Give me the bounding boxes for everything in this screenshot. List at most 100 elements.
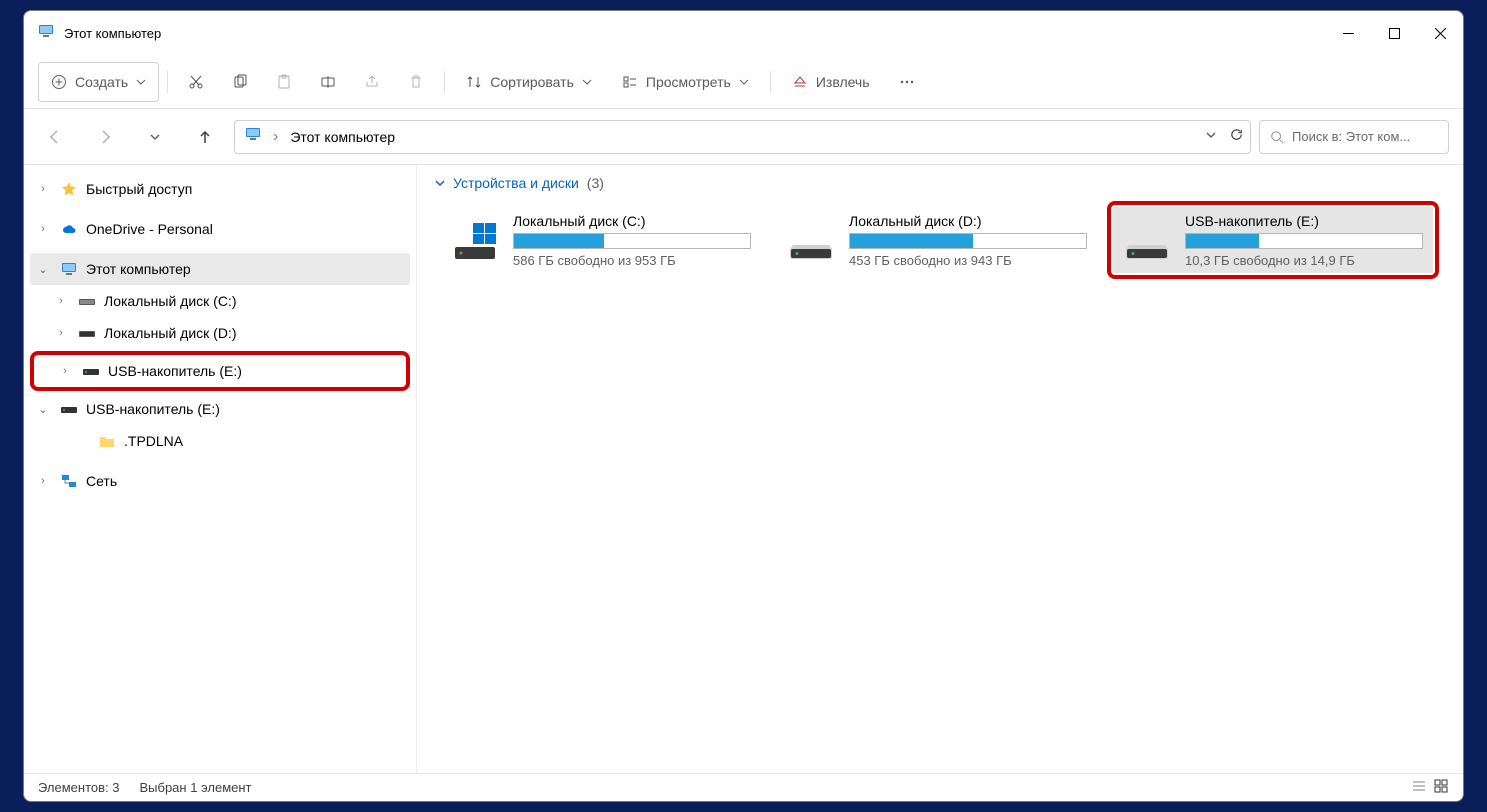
sort-button-label: Сортировать — [490, 74, 574, 90]
status-selected-count: Выбран 1 элемент — [139, 780, 251, 795]
drive-name: Локальный диск (D:) — [849, 213, 1087, 229]
address-bar[interactable]: › Этот компьютер — [234, 120, 1251, 154]
search-input[interactable]: Поиск в: Этот ком... — [1259, 120, 1449, 154]
expand-icon[interactable]: › — [34, 475, 52, 487]
drive-card[interactable]: USB-накопитель (E:) 10,3 ГБ свободно из 1… — [1113, 207, 1433, 273]
drives-grid: Локальный диск (C:)586 ГБ свободно из 95… — [435, 201, 1445, 279]
view-switcher — [1411, 778, 1449, 797]
scissors-icon — [188, 74, 204, 90]
sidebar-this-pc[interactable]: ⌄ Этот компьютер — [30, 253, 410, 285]
drive-wrap: Локальный диск (D:)453 ГБ свободно из 94… — [771, 201, 1103, 279]
drive-card[interactable]: Локальный диск (C:)586 ГБ свободно из 95… — [441, 207, 761, 273]
delete-button[interactable] — [396, 62, 436, 102]
nav-back-button[interactable] — [34, 116, 76, 158]
chevron-down-icon — [435, 178, 445, 188]
search-icon — [1270, 130, 1284, 144]
search-placeholder: Поиск в: Этот ком... — [1292, 129, 1410, 144]
sidebar-local-c[interactable]: › Локальный диск (C:) — [30, 285, 410, 317]
expand-icon[interactable]: › — [52, 295, 70, 307]
collapse-icon[interactable]: ⌄ — [34, 403, 52, 416]
usb-drive-icon — [60, 403, 78, 415]
new-button[interactable]: Создать — [38, 62, 159, 102]
group-header[interactable]: Устройства и диски (3) — [435, 175, 1445, 191]
this-pc-icon — [38, 23, 54, 44]
drive-icon — [787, 213, 835, 261]
chevron-down-icon — [136, 77, 146, 87]
details-view-button[interactable] — [1411, 778, 1427, 797]
close-button[interactable] — [1417, 11, 1463, 55]
cut-button[interactable] — [176, 62, 216, 102]
sidebar-item-label: USB-накопитель (E:) — [108, 363, 242, 379]
minimize-button[interactable] — [1325, 11, 1371, 55]
view-icon — [622, 74, 638, 90]
explorer-window: Этот компьютер Создать Сортировать Просм… — [23, 10, 1464, 802]
more-button[interactable] — [887, 62, 927, 102]
drive-name: USB-накопитель (E:) — [1185, 213, 1423, 229]
sidebar-item-label: .TPDLNA — [124, 433, 183, 449]
nav-recent-button[interactable] — [134, 116, 176, 158]
tiles-view-button[interactable] — [1433, 778, 1449, 797]
window-title: Этот компьютер — [64, 26, 161, 41]
drive-info: Локальный диск (C:)586 ГБ свободно из 95… — [513, 213, 751, 267]
clipboard-icon — [276, 74, 292, 90]
breadcrumb-separator: › — [273, 128, 278, 146]
breadcrumb-root[interactable]: Этот компьютер — [290, 129, 395, 145]
share-button[interactable] — [352, 62, 392, 102]
view-button[interactable]: Просмотреть — [609, 62, 762, 102]
star-icon — [60, 181, 78, 197]
sidebar-quick-access[interactable]: › Быстрый доступ — [30, 173, 410, 205]
view-button-label: Просмотреть — [646, 74, 731, 90]
cloud-icon — [60, 221, 78, 237]
status-item-count: Элементов: 3 — [38, 780, 119, 795]
drive-name: Локальный диск (C:) — [513, 213, 751, 229]
drive-icon — [78, 295, 96, 307]
sidebar-usb-e[interactable]: › USB-накопитель (E:) — [34, 355, 406, 387]
trash-icon — [408, 74, 424, 90]
copy-button[interactable] — [220, 62, 260, 102]
expand-icon[interactable]: › — [34, 223, 52, 235]
toolbar-separator — [444, 71, 445, 93]
network-icon — [60, 473, 78, 489]
rename-icon — [320, 74, 336, 90]
drive-icon — [451, 213, 499, 261]
sort-icon — [466, 74, 482, 90]
folder-icon — [98, 434, 116, 448]
titlebar: Этот компьютер — [24, 11, 1463, 55]
plus-circle-icon — [51, 74, 67, 90]
rename-button[interactable] — [308, 62, 348, 102]
new-button-label: Создать — [75, 74, 128, 90]
address-history-button[interactable] — [1205, 128, 1217, 146]
drive-usage-bar — [1185, 233, 1423, 249]
group-count: (3) — [587, 175, 604, 191]
this-pc-icon — [245, 126, 261, 147]
refresh-button[interactable] — [1229, 127, 1244, 147]
sidebar-network[interactable]: › Сеть — [30, 465, 410, 497]
expand-icon[interactable]: › — [56, 365, 74, 377]
expand-icon[interactable]: › — [34, 183, 52, 195]
nav-forward-button[interactable] — [84, 116, 126, 158]
sidebar-item-label: Локальный диск (C:) — [104, 293, 237, 309]
sort-button[interactable]: Сортировать — [453, 62, 605, 102]
drive-wrap: Локальный диск (C:)586 ГБ свободно из 95… — [435, 201, 767, 279]
address-row: › Этот компьютер Поиск в: Этот ком... — [24, 109, 1463, 165]
expand-icon[interactable]: › — [52, 327, 70, 339]
paste-button[interactable] — [264, 62, 304, 102]
toolbar-separator — [770, 71, 771, 93]
drive-usage-bar — [849, 233, 1087, 249]
drive-icon — [1123, 213, 1171, 261]
sidebar-item-label: Локальный диск (D:) — [104, 325, 237, 341]
sidebar-local-d[interactable]: › Локальный диск (D:) — [30, 317, 410, 349]
drive-card[interactable]: Локальный диск (D:)453 ГБ свободно из 94… — [777, 207, 1097, 273]
sidebar-onedrive[interactable]: › OneDrive - Personal — [30, 213, 410, 245]
ellipsis-icon — [899, 74, 915, 90]
group-label: Устройства и диски — [453, 175, 579, 191]
drive-free-text: 10,3 ГБ свободно из 14,9 ГБ — [1185, 253, 1423, 268]
nav-up-button[interactable] — [184, 116, 226, 158]
maximize-button[interactable] — [1371, 11, 1417, 55]
sidebar: › Быстрый доступ › OneDrive - Personal ⌄… — [24, 165, 416, 773]
eject-button[interactable]: Извлечь — [779, 62, 883, 102]
toolbar: Создать Сортировать Просмотреть Извлечь — [24, 55, 1463, 109]
collapse-icon[interactable]: ⌄ — [34, 263, 52, 276]
sidebar-tpdlna[interactable]: .TPDLNA — [30, 425, 410, 457]
sidebar-usb-e-2[interactable]: ⌄ USB-накопитель (E:) — [30, 393, 410, 425]
